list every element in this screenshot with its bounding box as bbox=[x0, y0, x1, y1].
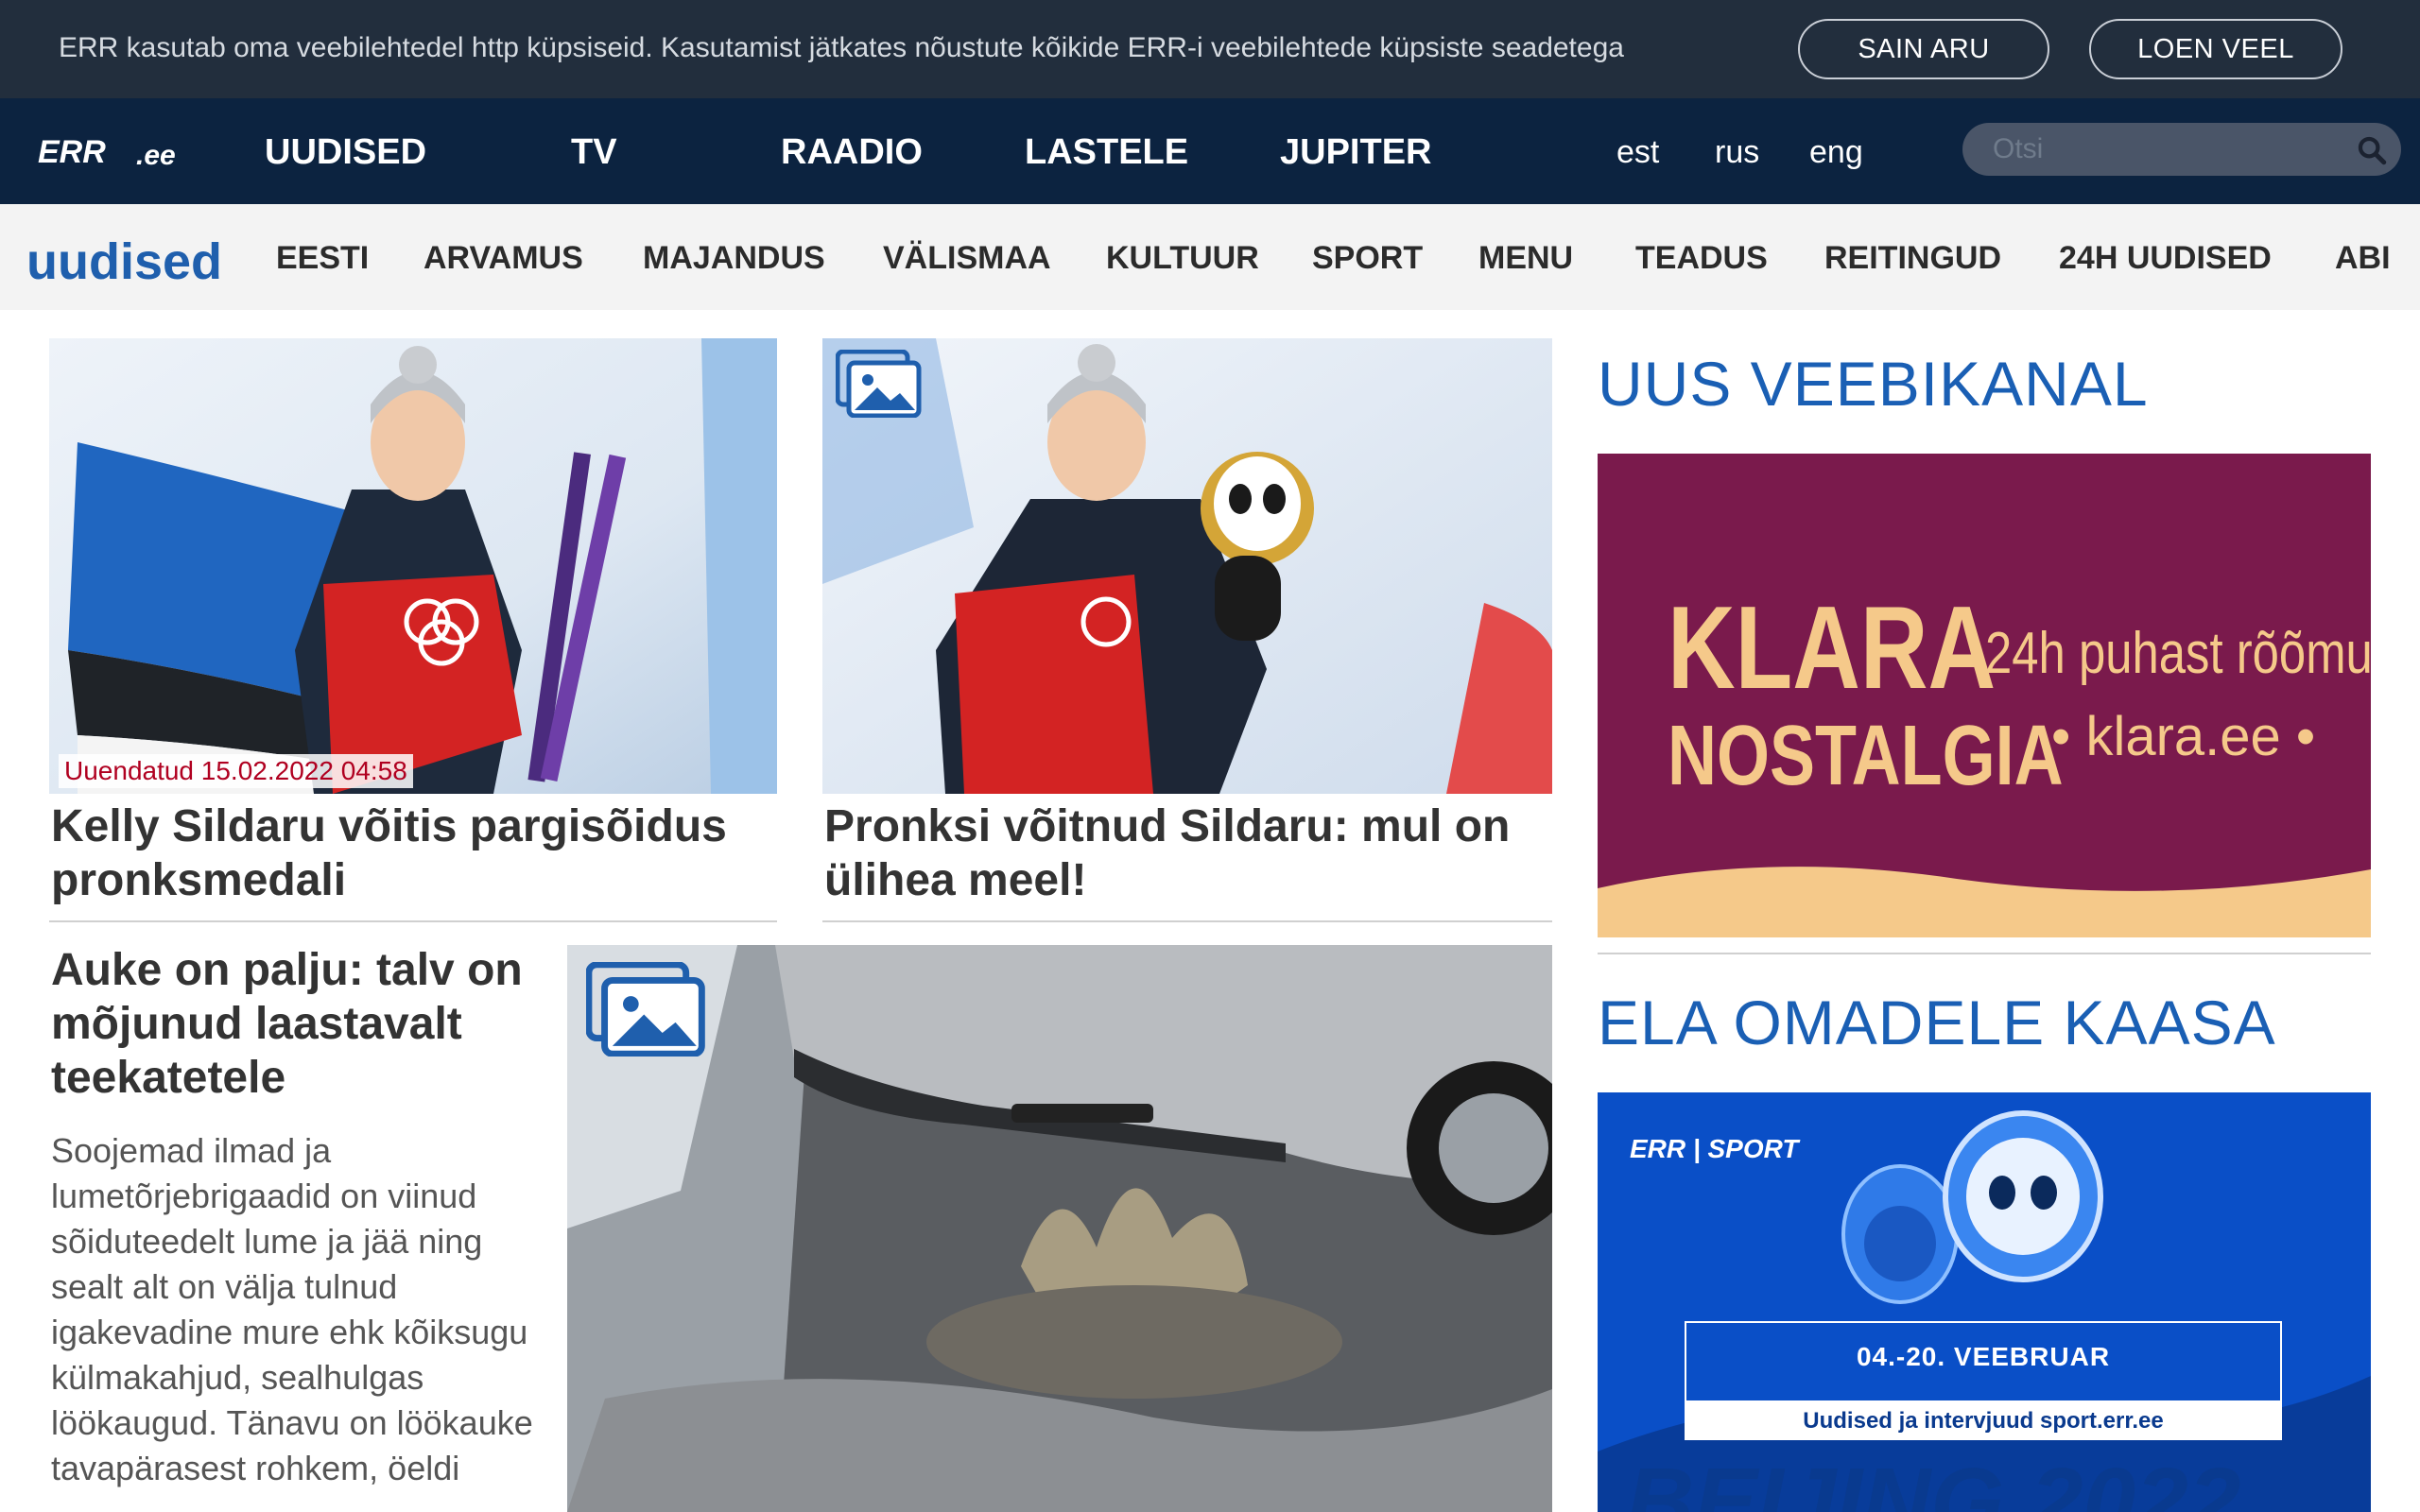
article-image[interactable] bbox=[567, 945, 1552, 1512]
section-brand[interactable]: uudised bbox=[26, 232, 222, 291]
article-image[interactable] bbox=[822, 338, 1552, 794]
klara-url-text: klara.ee bbox=[2085, 706, 2281, 767]
sport-subline: Uudised ja intervjuud sport.err.ee bbox=[1685, 1402, 2282, 1440]
klara-logo-line2: NOSTALGIA bbox=[1668, 709, 2064, 803]
gallery-icon bbox=[586, 962, 705, 1057]
nav-tv[interactable]: TV bbox=[571, 132, 617, 173]
bullet-icon: • bbox=[2051, 706, 2071, 767]
section-reitingud[interactable]: REITINGUD bbox=[1824, 240, 2001, 277]
divider bbox=[822, 920, 1552, 922]
svg-text:ERR: ERR bbox=[38, 134, 106, 170]
section-menu[interactable]: MENU bbox=[1478, 240, 1573, 277]
article-title-2[interactable]: Pronksi võitnud Sildaru: mul on ülihea m… bbox=[824, 799, 1552, 907]
gallery-icon bbox=[836, 350, 922, 418]
section-arvamus[interactable]: ARVAMUS bbox=[424, 240, 583, 277]
skier-medal-photo bbox=[822, 338, 1552, 794]
section-eesti[interactable]: EESTI bbox=[276, 240, 369, 277]
cookie-banner: ERR kasutab oma veebilehtedel http küpsi… bbox=[0, 0, 2420, 98]
nav-raadio[interactable]: RAADIO bbox=[781, 132, 923, 173]
article-title-3[interactable]: Auke on palju: talv on mõjunud laastaval… bbox=[51, 943, 562, 1105]
lang-est[interactable]: est bbox=[1616, 134, 1659, 171]
section-valismaa[interactable]: VÄLISMAA bbox=[883, 240, 1051, 277]
search-placeholder: Otsi bbox=[1993, 133, 2044, 164]
sidebar-title-follow: ELA OMADELE KAASA bbox=[1598, 988, 2276, 1057]
section-abi[interactable]: ABI bbox=[2335, 240, 2391, 277]
section-24h-uudised[interactable]: 24H UUDISED bbox=[2059, 240, 2272, 277]
section-majandus[interactable]: MAJANDUS bbox=[643, 240, 825, 277]
article-title-1[interactable]: Kelly Sildaru võitis pargisõidus pronksm… bbox=[51, 799, 769, 907]
sport-banner[interactable]: ERR | SPORT 04.-20. VEEBRUAR Uudised ja … bbox=[1598, 1092, 2371, 1512]
nav-lastele[interactable]: LASTELE bbox=[1025, 132, 1188, 173]
search-icon[interactable] bbox=[2356, 134, 2388, 166]
klara-url: • klara.ee • bbox=[2051, 705, 2315, 768]
section-kultuur[interactable]: KULTUUR bbox=[1106, 240, 1259, 277]
err-logo[interactable]: ERR .ee bbox=[38, 132, 189, 170]
section-sport[interactable]: SPORT bbox=[1312, 240, 1423, 277]
pothole-photo bbox=[567, 945, 1552, 1512]
klara-banner[interactable]: KLARA NOSTALGIA 24h puhast rõõmu! • klar… bbox=[1598, 454, 2371, 937]
nav-jupiter[interactable]: JUPITER bbox=[1280, 132, 1431, 173]
section-navigation: uudised EESTI ARVAMUS MAJANDUS VÄLISMAA … bbox=[0, 204, 2420, 310]
divider bbox=[1598, 953, 2371, 954]
cookie-text: ERR kasutab oma veebilehtedel http küpsi… bbox=[59, 32, 1624, 63]
lang-rus[interactable]: rus bbox=[1715, 134, 1759, 171]
section-teadus[interactable]: TEADUS bbox=[1635, 240, 1768, 277]
cookie-read-more-button[interactable]: LOEN VEEL bbox=[2089, 19, 2342, 79]
cookie-accept-button[interactable]: SAIN ARU bbox=[1798, 19, 2049, 79]
sport-dates-box: 04.-20. VEEBRUAR bbox=[1685, 1321, 2282, 1402]
svg-text:.ee: .ee bbox=[136, 140, 176, 170]
sport-big-title: BEIJING 2022 bbox=[1626, 1449, 2241, 1512]
divider bbox=[49, 920, 777, 922]
article-image[interactable] bbox=[49, 338, 777, 794]
main-navigation: ERR .ee UUDISED TV RAADIO LASTELE JUPITE… bbox=[0, 98, 2420, 204]
klara-slogan: 24h puhast rõõmu! bbox=[1985, 621, 2371, 686]
lang-eng[interactable]: eng bbox=[1809, 134, 1863, 171]
skier-photo bbox=[49, 338, 777, 794]
sport-dates: 04.-20. VEEBRUAR bbox=[1856, 1342, 2111, 1371]
bullet-icon: • bbox=[2295, 706, 2316, 767]
search-input[interactable]: Otsi bbox=[1962, 123, 2401, 176]
nav-uudised[interactable]: UUDISED bbox=[265, 132, 426, 173]
article-updated-time: Uuendatud 15.02.2022 04:58 bbox=[59, 754, 413, 788]
klara-logo-line1: KLARA bbox=[1668, 583, 1996, 713]
err-sport-logo: ERR | SPORT bbox=[1630, 1134, 1799, 1163]
sidebar-title-new-channel: UUS VEEBIKANAL bbox=[1598, 349, 2149, 419]
article-lead: Soojemad ilmad ja lumetõrjebrigaadid on … bbox=[51, 1131, 533, 1487]
